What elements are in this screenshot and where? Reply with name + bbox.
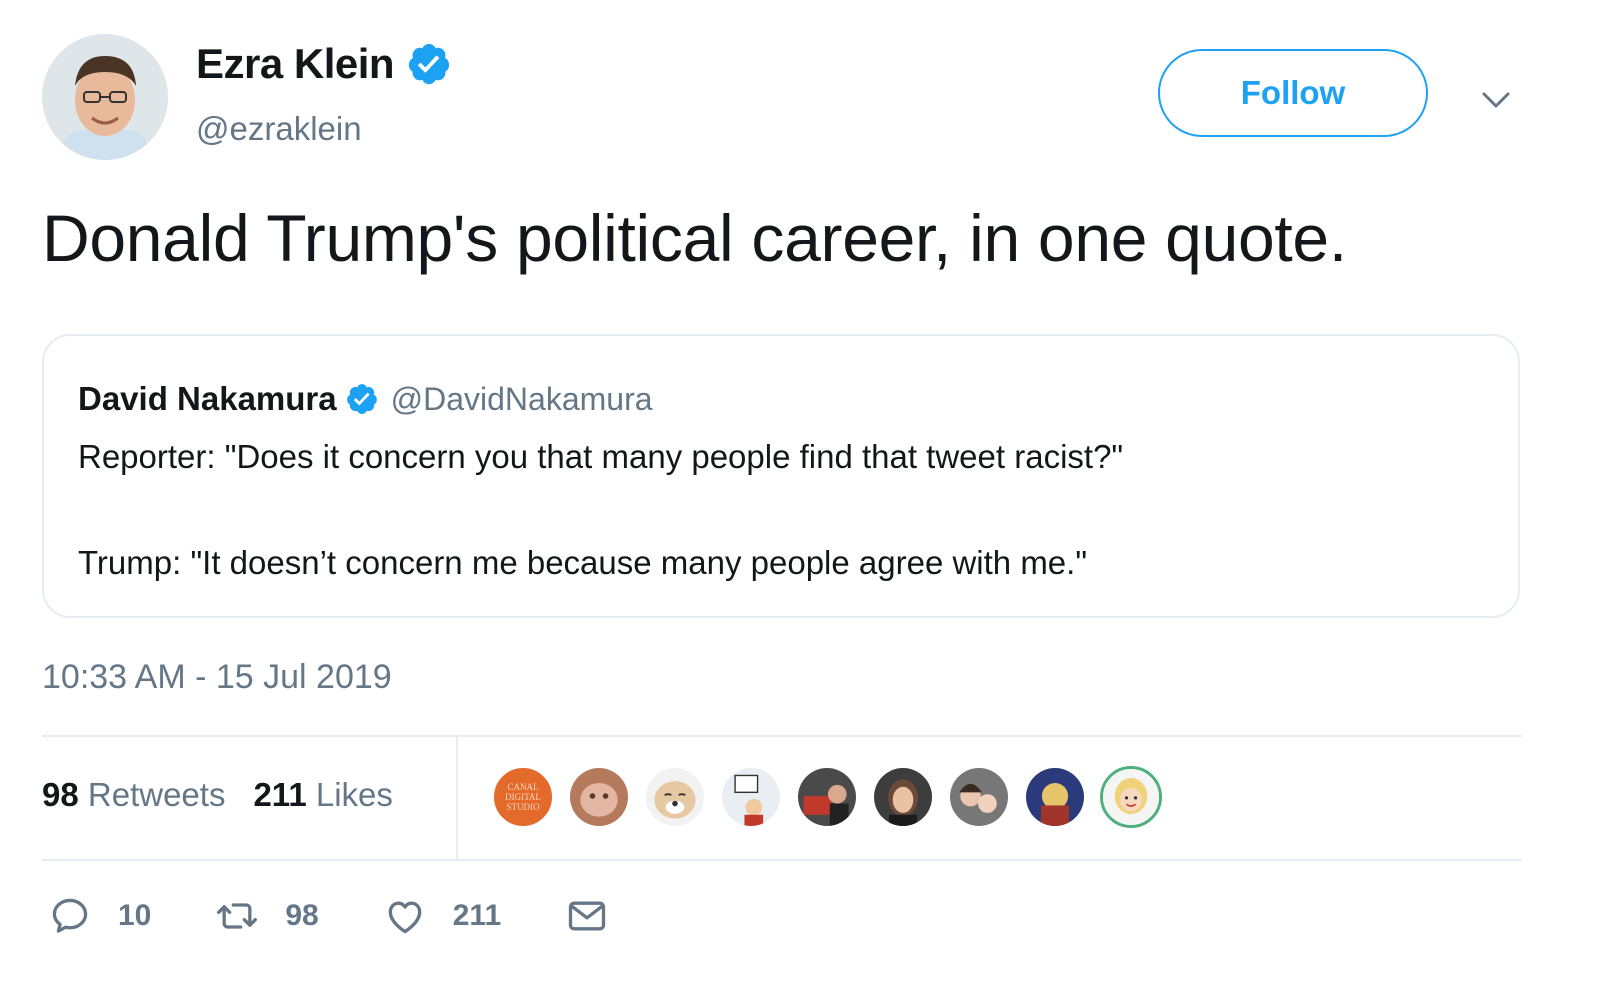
tweet-timestamp[interactable]: 10:33 AM - 15 Jul 2019 [42,658,392,697]
verified-badge-icon [346,384,377,414]
liker-avatar-9[interactable] [1100,766,1162,828]
reply-button[interactable]: 10 [48,894,151,938]
avatar-text: STUDIO [506,802,540,812]
quoted-author-handle: @DavidNakamura [390,380,653,417]
chevron-down-icon[interactable] [1476,80,1516,120]
direct-message-button[interactable] [565,894,609,938]
liker-avatar-2[interactable] [568,766,630,828]
reply-icon [52,898,88,933]
divider [42,735,1522,737]
liker-avatar-5[interactable] [796,766,858,828]
verified-badge-icon [408,43,450,85]
retweet-button[interactable]: 98 [215,894,319,938]
author-name[interactable]: Ezra Klein [196,40,452,88]
retweets-label: Retweets [87,776,226,813]
tweet-stats: 98 Retweets 211 Likes [42,776,421,814]
reply-count: 10 [118,899,152,932]
canal-digital-studio-avatar[interactable]: CANAL DIGITAL STUDIO [492,766,554,828]
likes-count: 211 [253,776,307,813]
like-button[interactable]: 211 [383,894,501,938]
like-count: 211 [452,899,502,932]
liker-avatar-4[interactable] [720,766,782,828]
retweet-icon [217,903,258,929]
avatar-text: DIGITAL [505,792,541,802]
retweets-count: 98 [42,776,79,813]
avatar-text: CANAL [507,782,539,792]
retweet-count: 98 [285,899,319,932]
liker-avatar-3[interactable] [644,766,706,828]
liked-by-avatars: CANAL DIGITAL STUDIO [492,766,1176,828]
liker-avatar-6[interactable] [872,766,934,828]
tweet-text: Donald Trump's political career, in one … [42,201,1347,275]
follow-button[interactable]: Follow [1158,49,1428,137]
quoted-text-line-2: Trump: "It doesn’t concern me because ma… [78,544,1088,581]
retweets-stat[interactable]: 98 Retweets [42,776,225,814]
liker-avatar-7[interactable] [948,766,1010,828]
author-avatar[interactable] [42,34,168,160]
envelope-icon [569,901,606,931]
divider [42,859,1522,861]
divider [456,736,458,860]
quoted-author-name: David Nakamura [78,380,337,417]
likes-stat[interactable]: 211 Likes [253,776,392,814]
tweet-actions: 10 98 211 [48,894,673,938]
author-name-text[interactable]: Ezra Klein [196,40,395,88]
heart-icon [388,901,422,934]
quoted-tweet-card[interactable]: David Nakamura @DavidNakamura Reporter: … [42,334,1520,618]
liker-avatar-8[interactable] [1024,766,1086,828]
likes-label: Likes [315,776,393,813]
quoted-text-line-1: Reporter: "Does it concern you that many… [78,438,1124,475]
author-handle[interactable]: @ezraklein [196,110,362,148]
quoted-tweet-header: David Nakamura @DavidNakamura [78,380,653,418]
